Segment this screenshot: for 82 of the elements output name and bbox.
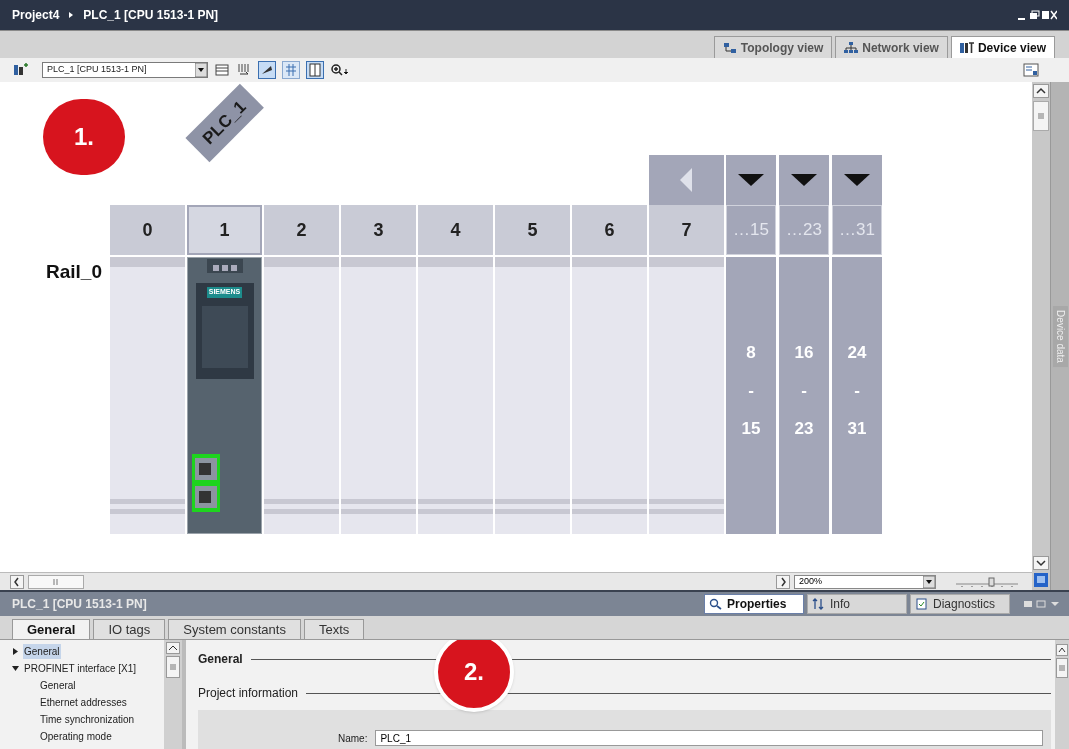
tree-item[interactable]: General [40,678,76,693]
pen-icon [258,61,276,79]
slot-range-text: 15 [741,418,761,440]
slot-header[interactable]: 3 [341,205,416,255]
settings-tab[interactable]: General [12,619,91,639]
dropdown-caret-icon [195,63,207,77]
slot-body[interactable] [341,257,416,534]
down-arrow-icon [844,174,870,186]
slot-header[interactable]: 5 [495,205,570,255]
device-view-icon [959,41,974,54]
checklist-icon [915,598,929,610]
settings-tab[interactable]: Texts [303,619,365,639]
zoom-dropdown[interactable]: 200% [794,574,936,589]
network-view-icon [844,41,859,54]
zoom-icon [330,63,350,77]
slot-range-text: 31 [847,418,867,440]
slot-range-text: 8 [746,342,756,364]
scroll-thumb-icon [166,656,180,678]
name-field[interactable]: PLC_1 [375,730,1043,746]
expand-button[interactable] [726,155,776,205]
view-tab[interactable]: Network view [835,36,948,58]
callout-badge: 1. [43,99,125,175]
field-label: Name: [338,731,368,746]
slot-header[interactable]: 7 [649,205,724,255]
tree-item[interactable]: Operating mode [40,729,112,744]
list-view-icon [214,62,230,78]
magnifier-icon [709,598,723,610]
inspector-tab[interactable]: Diagnostics [910,594,1010,614]
tree-item[interactable]: General [23,644,61,659]
grid-icon [282,61,300,79]
down-arrow-icon [791,174,817,186]
inspector-tab[interactable]: Info [807,594,907,614]
inspector-title: PLC_1 [CPU 1513-1 PN] [12,596,147,613]
rail-label: Rail_0 [46,260,102,284]
slot-body[interactable] [572,257,647,534]
slot-body[interactable] [495,257,570,534]
slot-header[interactable]: 1 [187,205,262,255]
section-heading: General [198,651,243,668]
view-tab[interactable]: Topology view [713,36,833,58]
layout-icon [1033,572,1049,588]
slot-range-text: 24 [847,342,867,364]
ethernet-ports-icon [191,453,221,513]
scroll-thumb-icon [28,574,84,589]
settings-tab[interactable]: IO tags [93,619,166,639]
panel-icon [306,61,324,79]
callout-badge: 2. [434,640,514,712]
slot-header[interactable]: 0 [110,205,185,255]
scroll-up-icon [166,642,180,654]
slot-body[interactable] [264,257,339,534]
module-labels-icon [236,62,252,78]
slot-range-text: - [801,380,807,402]
breadcrumb-item[interactable]: Project4 [12,6,60,24]
expand-button[interactable] [832,155,882,205]
slot-range-text: 23 [794,418,814,440]
slot-header[interactable]: 4 [418,205,493,255]
subsection-heading: Project information [198,685,299,702]
expand-button[interactable] [779,155,829,205]
overview-icon [1023,63,1039,77]
slot-header[interactable]: 2 [264,205,339,255]
slot-header[interactable]: 6 [572,205,647,255]
add-device-icon [12,63,28,77]
slot-range-text: - [748,380,754,402]
slot-body[interactable] [649,257,724,534]
slot-body[interactable] [418,257,493,534]
window-controls-icon [1017,9,1057,21]
breadcrumb-item[interactable]: PLC_1 [CPU 1513-1 PN] [83,6,219,24]
left-arrow-icon [679,168,694,192]
settings-tab[interactable]: System constants [168,619,301,639]
slot-range-text: - [854,380,860,402]
down-arrow-icon [738,174,764,186]
panel-controls-icon [1021,599,1061,609]
slot-range-text: 16 [794,342,814,364]
tree-item[interactable]: Time synchronization [40,712,135,727]
view-tab[interactable]: Device view [950,36,1055,58]
slot-body[interactable] [110,257,185,534]
inspector-tab[interactable]: Properties [704,594,804,614]
tree-item[interactable]: Ethernet addresses [40,695,127,710]
status-leds-icon [206,259,243,273]
device-dropdown[interactable]: PLC_1 [CPU 1513-1 PN] [42,62,208,78]
arrows-icon [812,598,826,610]
topology-view-icon [722,41,737,54]
tree-item[interactable]: PROFINET interface [X1] [23,661,138,676]
